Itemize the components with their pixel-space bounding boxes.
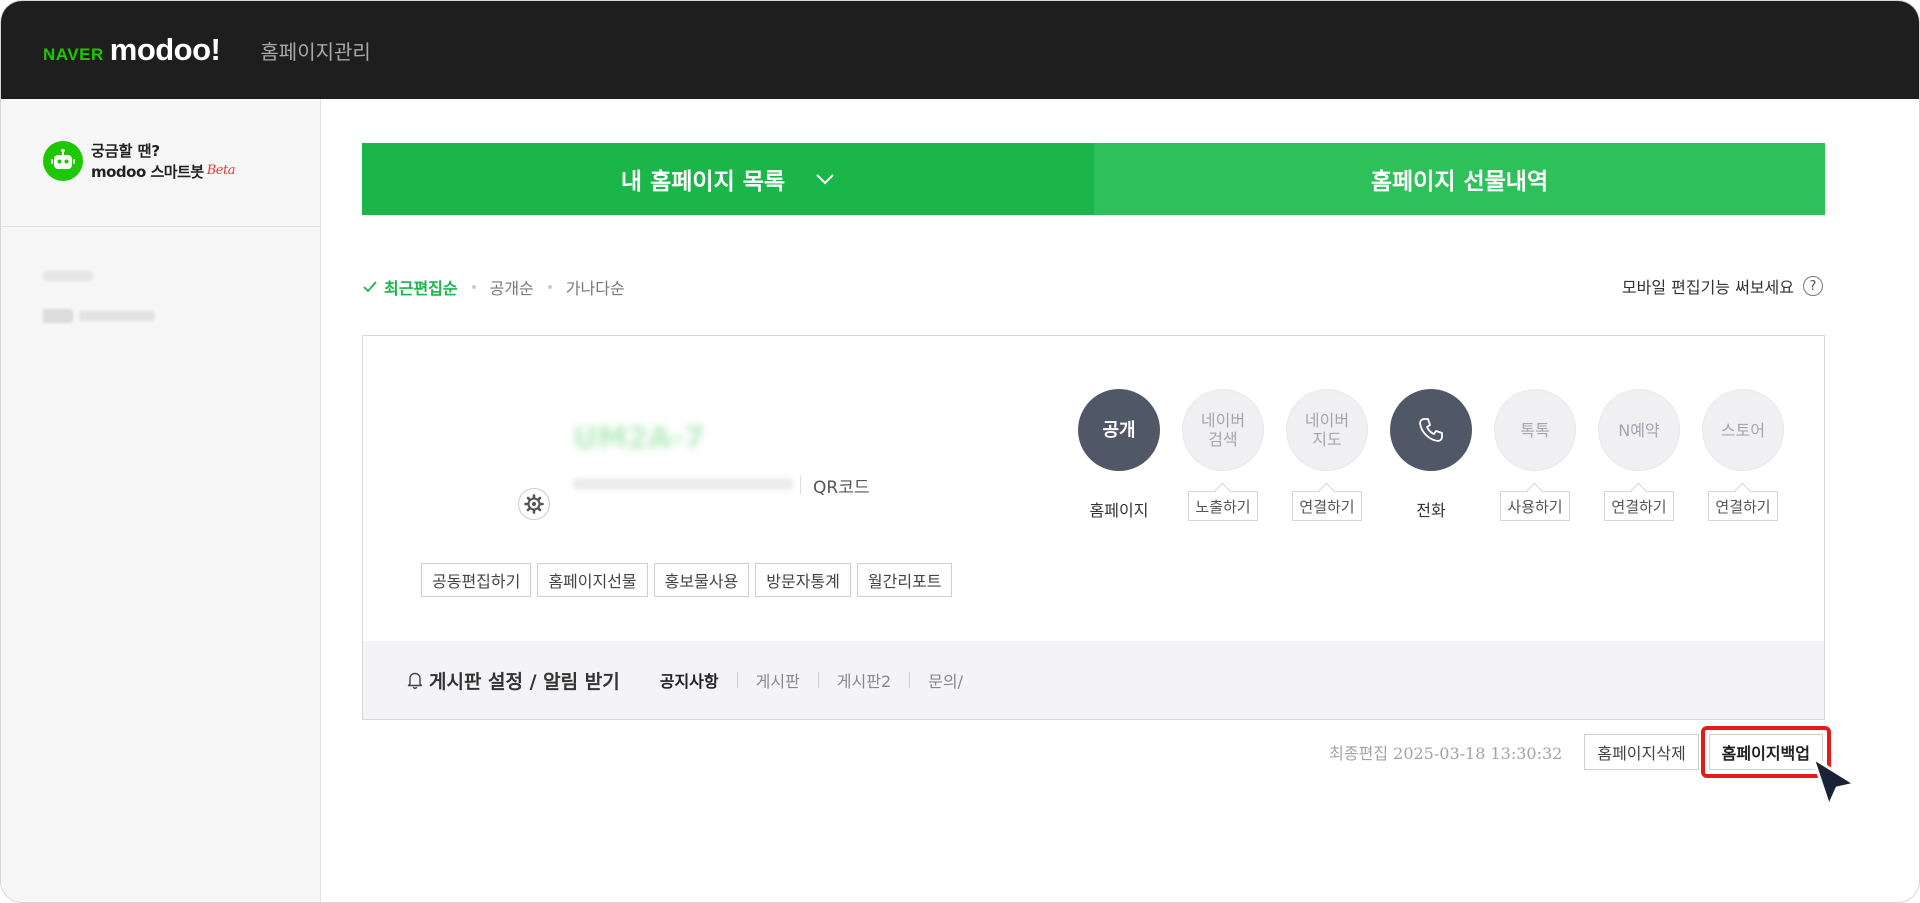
help-icon[interactable]: ? bbox=[1803, 276, 1823, 296]
mouse-cursor-icon bbox=[1809, 754, 1861, 816]
talktalk-use-button[interactable]: 사용하기 bbox=[1500, 491, 1570, 521]
promo-material-button[interactable]: 홍보물사용 bbox=[653, 563, 750, 597]
board-settings-link[interactable]: 게시판 설정 / 알림 받기 bbox=[429, 667, 620, 694]
booking-circle[interactable]: N예약 bbox=[1598, 389, 1680, 471]
tab-my-homepage-list-label: 내 홈페이지 목록 bbox=[620, 169, 786, 195]
last-edit-info: 최종편집 2025-03-18 13:30:32 bbox=[1329, 740, 1562, 764]
smartbot-link[interactable]: 궁금할 땐? modoo 스마트봇 Beta bbox=[43, 141, 235, 182]
homepage-actions: 공동편집하기 홈페이지선물 홍보물사용 방문자통계 월간리포트 bbox=[421, 563, 953, 597]
board-item-notice[interactable]: 공지사항 bbox=[660, 668, 719, 692]
talktalk-circle[interactable]: 톡톡 bbox=[1494, 389, 1576, 471]
sidebar-divider bbox=[1, 226, 321, 227]
board-settings-bar: 게시판 설정 / 알림 받기 공지사항 게시판 게시판2 문의/ bbox=[363, 641, 1824, 719]
sort-recent-edit[interactable]: 최근편집순 bbox=[362, 275, 458, 299]
sidebar: 궁금할 땐? modoo 스마트봇 Beta bbox=[1, 99, 321, 902]
robot-icon bbox=[43, 141, 83, 181]
check-icon bbox=[363, 281, 377, 293]
gear-icon[interactable] bbox=[518, 488, 550, 520]
main-tabs: 내 홈페이지 목록 홈페이지 선물내역 bbox=[362, 143, 1825, 215]
beta-badge: Beta bbox=[206, 163, 236, 178]
backup-button-wrap: 홈페이지백업 bbox=[1700, 726, 1831, 778]
phone-icon bbox=[1419, 418, 1443, 442]
page-title[interactable]: 홈페이지관리 bbox=[260, 36, 370, 65]
last-edit-timestamp: 2025-03-18 13:30:32 bbox=[1393, 744, 1563, 763]
tab-gift-history-label: 홈페이지 선물내역 bbox=[1370, 169, 1549, 195]
smartbot-text: 궁금할 땐? modoo 스마트봇 Beta bbox=[91, 141, 235, 182]
sort-separator bbox=[471, 285, 476, 289]
sort-recent-edit-label: 최근편집순 bbox=[384, 279, 458, 298]
homepage-card: UM2A-7 QR코드 공동편집하기 홈페이지선물 홍보물사용 방문자통계 월간… bbox=[362, 335, 1825, 720]
mobile-edit-hint[interactable]: 모바일 편집기능 써보세요 ? bbox=[1622, 274, 1823, 298]
delete-homepage-button[interactable]: 홈페이지삭제 bbox=[1584, 734, 1699, 770]
smartbot-line1: 궁금할 땐? bbox=[91, 142, 161, 160]
sort-public[interactable]: 공개순 bbox=[490, 275, 534, 299]
board-separator bbox=[817, 672, 819, 688]
service-phone: 전화 bbox=[1379, 389, 1483, 524]
store-connect-button[interactable]: 연결하기 bbox=[1708, 491, 1778, 521]
board-separator bbox=[736, 672, 738, 688]
service-naver-search: 네이버 검색 노출하기 bbox=[1171, 389, 1275, 524]
service-homepage-label: 홈페이지 bbox=[1089, 501, 1149, 520]
bell-icon bbox=[407, 671, 423, 689]
chevron-down-icon bbox=[815, 173, 835, 185]
qr-code-link[interactable]: QR코드 bbox=[813, 473, 869, 498]
mobile-edit-hint-label: 모바일 편집기능 써보세요 bbox=[1621, 278, 1794, 297]
sort-separator bbox=[547, 285, 552, 289]
sort-options: 최근편집순 공개순 가나다순 bbox=[362, 275, 625, 299]
card-footer: 최종편집 2025-03-18 13:30:32 홈페이지삭제 홈페이지백업 bbox=[1329, 726, 1831, 778]
board-separator bbox=[909, 672, 911, 688]
board-item-board2[interactable]: 게시판2 bbox=[837, 668, 891, 692]
top-bar: NAVER modoo! 홈페이지관리 bbox=[1, 1, 1919, 99]
gift-homepage-button[interactable]: 홈페이지선물 bbox=[537, 563, 648, 597]
booking-connect-button[interactable]: 연결하기 bbox=[1604, 491, 1674, 521]
site-name-blurred[interactable]: UM2A-7 bbox=[573, 421, 705, 456]
phone-circle[interactable] bbox=[1390, 389, 1472, 471]
service-naver-map: 네이버 지도 연결하기 bbox=[1275, 389, 1379, 524]
logo-naver-text: NAVER bbox=[43, 45, 104, 64]
service-phone-label: 전화 bbox=[1416, 501, 1446, 520]
board-list: 공지사항 게시판 게시판2 문의/ bbox=[660, 668, 963, 692]
logo-modoo-text: modoo! bbox=[109, 32, 221, 67]
co-edit-button[interactable]: 공동편집하기 bbox=[421, 563, 532, 597]
map-connect-button[interactable]: 연결하기 bbox=[1292, 491, 1362, 521]
service-store: 스토어 연결하기 bbox=[1691, 389, 1795, 524]
monthly-report-button[interactable]: 월간리포트 bbox=[856, 563, 953, 597]
smartbot-line2: modoo 스마트봇 Beta bbox=[91, 161, 235, 182]
sidebar-blurred-item[interactable] bbox=[43, 309, 155, 323]
visitor-stats-button[interactable]: 방문자통계 bbox=[755, 563, 851, 597]
smartbot-name: modoo 스마트봇 bbox=[91, 163, 204, 181]
url-separator bbox=[800, 476, 801, 494]
public-toggle[interactable]: 공개 bbox=[1078, 389, 1160, 471]
naver-map-circle[interactable]: 네이버 지도 bbox=[1286, 389, 1368, 471]
board-item-board[interactable]: 게시판 bbox=[756, 668, 800, 692]
service-booking: N예약 연결하기 bbox=[1587, 389, 1691, 524]
service-talktalk: 톡톡 사용하기 bbox=[1483, 389, 1587, 524]
site-url-blurred[interactable] bbox=[573, 478, 793, 490]
naver-search-circle[interactable]: 네이버 검색 bbox=[1182, 389, 1264, 471]
sidebar-blurred-label bbox=[43, 271, 93, 281]
service-homepage: 공개 홈페이지 bbox=[1067, 389, 1171, 524]
service-connections: 공개 홈페이지 네이버 검색 노출하기 네이버 지도 연결하기 전화 톡톡 사용… bbox=[1067, 389, 1795, 524]
expose-button[interactable]: 노출하기 bbox=[1188, 491, 1258, 521]
tab-gift-history[interactable]: 홈페이지 선물내역 bbox=[1094, 143, 1825, 215]
tab-my-homepage-list[interactable]: 내 홈페이지 목록 bbox=[362, 143, 1094, 215]
board-item-inquiry[interactable]: 문의/ bbox=[928, 668, 963, 692]
sort-alphabetical[interactable]: 가나다순 bbox=[566, 275, 625, 299]
last-edit-label: 최종편집 bbox=[1329, 744, 1389, 763]
modoo-logo[interactable]: NAVER modoo! bbox=[43, 32, 221, 68]
app-window: NAVER modoo! 홈페이지관리 궁금할 땐? modoo 스마트봇 Be… bbox=[0, 0, 1920, 903]
store-circle[interactable]: 스토어 bbox=[1702, 389, 1784, 471]
